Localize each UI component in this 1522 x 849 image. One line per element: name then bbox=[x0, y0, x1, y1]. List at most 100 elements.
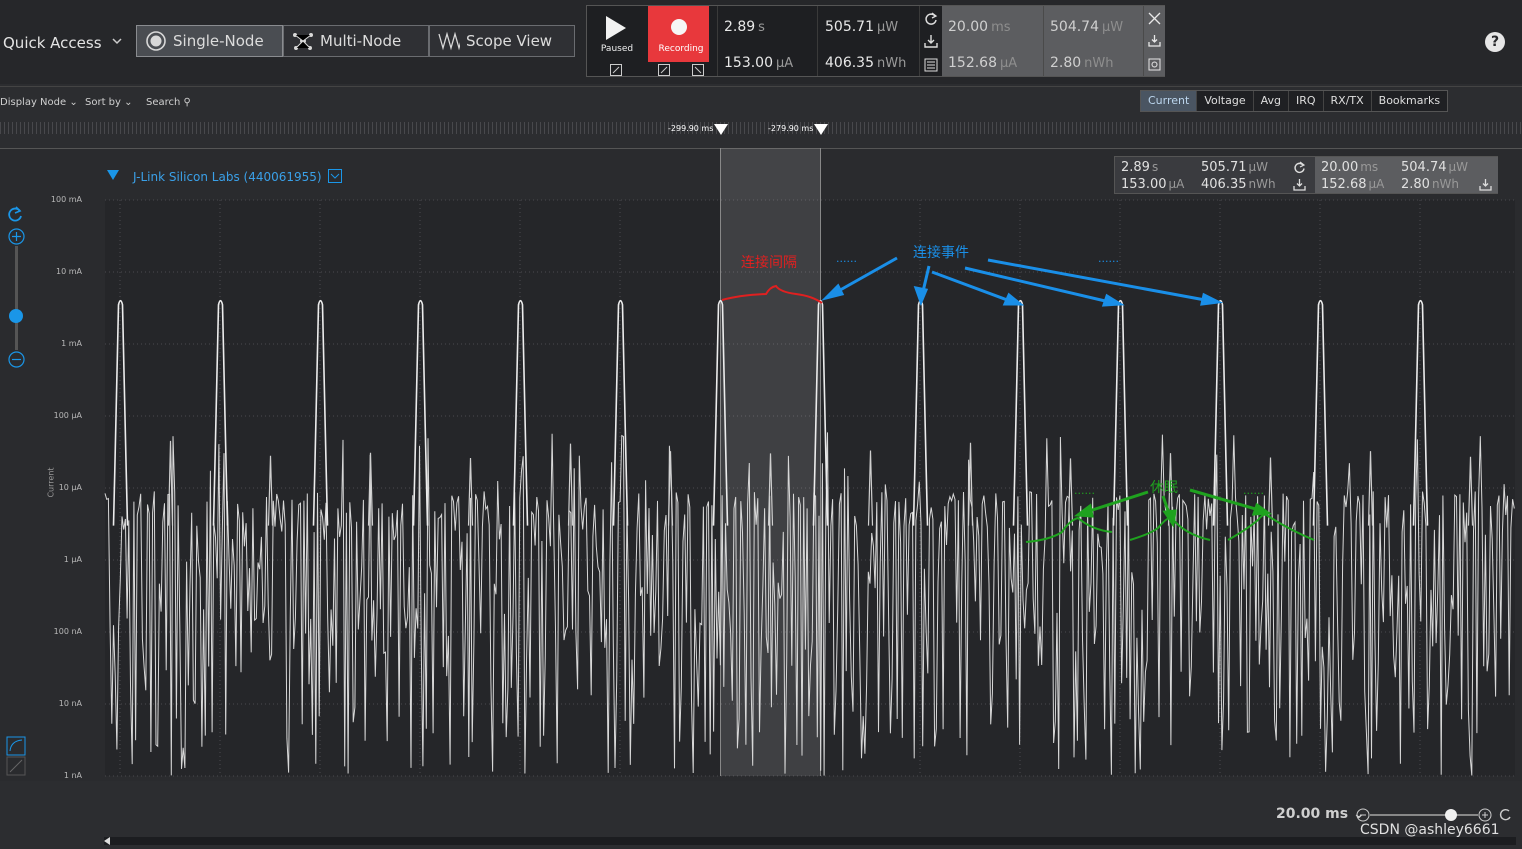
mini-sel-time: 20.00 ms bbox=[1321, 160, 1379, 175]
current-peak bbox=[1312, 299, 1329, 526]
tab-bookmarks[interactable]: Bookmarks bbox=[1372, 91, 1447, 111]
y-tick-label: 10 mA bbox=[56, 267, 82, 276]
network-nodes-icon bbox=[292, 30, 314, 52]
metric-column-1: 2.89 s 153.00 µA bbox=[717, 6, 818, 76]
current-peak bbox=[212, 299, 229, 526]
chevron-down-icon: ⌄ bbox=[124, 97, 133, 108]
minor-spike bbox=[167, 440, 174, 526]
metric-column-2: 505.71 µW 406.35 nWh bbox=[817, 6, 920, 76]
current-peak bbox=[312, 299, 329, 526]
download-icon[interactable] bbox=[924, 34, 938, 48]
minor-spike bbox=[1267, 457, 1274, 526]
y-tick-label: 1 µA bbox=[63, 555, 82, 564]
zoom-slider-handle[interactable] bbox=[9, 309, 23, 323]
download-icon[interactable] bbox=[1293, 178, 1306, 191]
record-circle-icon bbox=[145, 30, 167, 52]
quick-access-label[interactable]: Quick Access bbox=[3, 34, 102, 52]
download-icon[interactable] bbox=[1479, 178, 1492, 191]
tab-rxtx[interactable]: RX/TX bbox=[1324, 91, 1372, 111]
zoom-slider-track[interactable] bbox=[15, 246, 18, 350]
trigger-rise-icon[interactable] bbox=[658, 64, 670, 76]
single-node-label: Single-Node bbox=[173, 32, 264, 50]
zoom-fit-icon[interactable] bbox=[1148, 58, 1161, 71]
device-dropdown-icon[interactable] bbox=[328, 169, 342, 183]
channel-tabs: Current Voltage Avg IRQ RX/TX Bookmarks bbox=[1140, 90, 1449, 112]
scope-view-label: Scope View bbox=[466, 32, 553, 50]
trigger-icon[interactable] bbox=[610, 64, 622, 76]
zoom-slider-handle[interactable] bbox=[1445, 809, 1457, 821]
mini-sel-current: 152.68 µA bbox=[1321, 177, 1385, 192]
play-icon bbox=[606, 16, 626, 40]
record-button[interactable]: Recording bbox=[648, 6, 709, 62]
minor-spike bbox=[1067, 458, 1074, 526]
chevron-down-icon: ⌄ bbox=[69, 97, 78, 108]
mini-power: 505.71 µW bbox=[1201, 160, 1268, 175]
time-zoom-slider[interactable] bbox=[1356, 807, 1516, 823]
y-tick-label: 100 µA bbox=[53, 411, 82, 420]
zoom-in-icon[interactable] bbox=[8, 228, 25, 245]
search-button[interactable]: Search ⚲ bbox=[146, 97, 191, 108]
selection-current-metric: 152.68 µA bbox=[948, 55, 1018, 71]
current-chart-svg[interactable] bbox=[104, 148, 1515, 777]
zoom-out-icon[interactable] bbox=[8, 351, 25, 368]
mini-sel-power: 504.74 µW bbox=[1401, 160, 1468, 175]
y-tick-label: 1 mA bbox=[61, 339, 82, 348]
display-node-dropdown[interactable]: Display Node ⌄ bbox=[0, 97, 78, 108]
scroll-left-arrow-icon[interactable] bbox=[103, 836, 111, 846]
list-icon[interactable] bbox=[924, 58, 938, 72]
selection-time-metric: 20.00 ms bbox=[948, 19, 1011, 35]
multi-node-button[interactable]: Multi-Node bbox=[283, 25, 429, 57]
scale-toggle-icons[interactable] bbox=[6, 736, 26, 776]
horizontal-scrollbar[interactable] bbox=[104, 837, 1516, 845]
selection-energy-metric: 2.80 nWh bbox=[1050, 55, 1114, 71]
dots-annotation: ...... bbox=[1243, 484, 1264, 497]
selection-power-metric: 504.74 µW bbox=[1050, 19, 1124, 35]
timeline-ruler[interactable] bbox=[0, 122, 1522, 134]
event-annotation: 连接事件 bbox=[913, 245, 969, 261]
current-peak bbox=[912, 299, 929, 526]
download-icon[interactable] bbox=[1148, 34, 1161, 47]
watermark: CSDN @ashley6661 bbox=[1360, 822, 1500, 838]
cursor-a-label: -299.90 ms bbox=[668, 124, 714, 133]
chevron-down-icon[interactable] bbox=[112, 36, 122, 46]
reset-zoom-icon[interactable] bbox=[7, 206, 25, 224]
reset-icon[interactable] bbox=[1499, 808, 1511, 821]
current-metric: 153.00 µA bbox=[724, 55, 794, 71]
y-tick-label: 100 mA bbox=[50, 195, 82, 204]
selection-metric-column-2: 504.74 µW 2.80 nWh bbox=[1043, 6, 1144, 76]
record-icon bbox=[671, 19, 687, 35]
metric-actions-1 bbox=[919, 6, 942, 76]
device-name: J-Link Silicon Labs (440061955) bbox=[133, 170, 322, 184]
scope-view-button[interactable]: Scope View bbox=[429, 25, 575, 57]
sort-by-dropdown[interactable]: Sort by ⌄ bbox=[85, 97, 133, 108]
selection-stats-overlay: 2.89 s 153.00 µA 505.71 µW 406.35 nWh 20.00 m… bbox=[1114, 156, 1498, 194]
mini-current: 153.00 µA bbox=[1121, 177, 1185, 192]
energy-metric: 406.35 nWh bbox=[825, 55, 907, 71]
tab-current[interactable]: Current bbox=[1141, 91, 1198, 111]
dots-annotation: ...... bbox=[1098, 252, 1119, 265]
time-zoom-dropdown[interactable]: 20.00 ms ⌄ bbox=[1276, 806, 1365, 822]
minor-spike bbox=[267, 455, 274, 526]
tab-avg[interactable]: Avg bbox=[1254, 91, 1289, 111]
selection-metric-column-1: 20.00 ms 152.68 µA bbox=[942, 6, 1043, 76]
single-node-button[interactable]: Single-Node bbox=[136, 25, 283, 57]
paused-label: Paused bbox=[600, 44, 634, 54]
collapse-triangle-icon[interactable] bbox=[107, 169, 119, 181]
reset-icon[interactable] bbox=[1293, 161, 1306, 174]
close-icon[interactable] bbox=[1148, 12, 1161, 25]
tab-voltage[interactable]: Voltage bbox=[1197, 91, 1254, 111]
help-icon[interactable]: ? bbox=[1485, 32, 1505, 52]
selection-actions bbox=[1143, 6, 1165, 76]
cursor-b-marker[interactable] bbox=[814, 124, 828, 136]
current-chart[interactable] bbox=[104, 148, 1515, 777]
waveform-icon bbox=[438, 30, 460, 52]
y-tick-label: 1 nA bbox=[63, 771, 82, 780]
cursor-a-marker[interactable] bbox=[714, 124, 728, 136]
tab-irq[interactable]: IRQ bbox=[1289, 91, 1324, 111]
reset-icon[interactable] bbox=[924, 12, 938, 26]
dots-annotation: ...... bbox=[836, 252, 857, 265]
play-button[interactable]: Paused bbox=[587, 6, 648, 62]
trigger-fall-icon[interactable] bbox=[692, 64, 704, 76]
sleep-annotation: 休眠 bbox=[1150, 480, 1178, 496]
interval-annotation: 连接间隔 bbox=[741, 255, 797, 271]
